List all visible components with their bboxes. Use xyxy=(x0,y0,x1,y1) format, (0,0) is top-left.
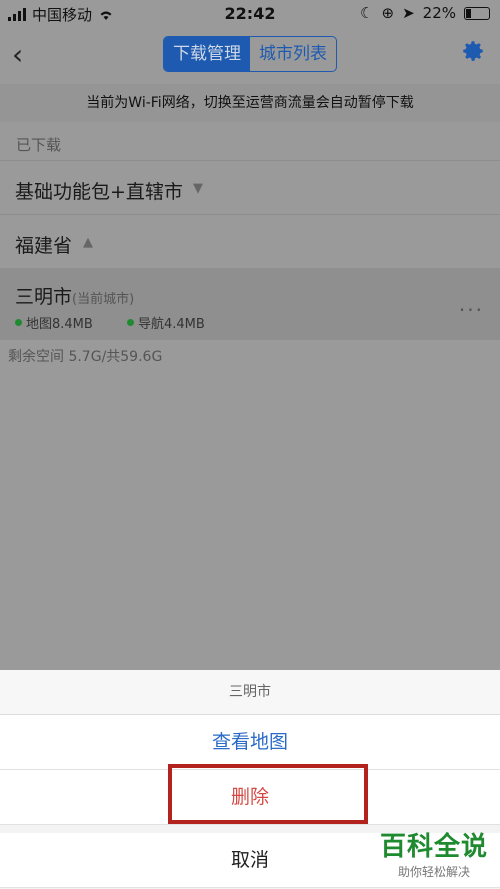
action-sheet-title: 三明市 xyxy=(0,670,500,715)
nav-bar: ‹ 下载管理 城市列表 xyxy=(0,28,500,80)
location-icon: ➤ xyxy=(402,4,415,22)
map-size-text: 地图8.4MB xyxy=(26,317,93,332)
group-title: 福建省 xyxy=(15,235,73,257)
city-name: 三明市(当前城市) xyxy=(15,282,134,309)
watermark-title: 百科全说 xyxy=(379,832,488,862)
lock-rotation-icon: ⊕ xyxy=(381,4,395,22)
watermark-logo: 百科全说 助你轻松解决 xyxy=(380,826,488,880)
group-fujian[interactable]: 福建省 ▲ xyxy=(0,214,500,268)
city-row-sanming[interactable]: 三明市(当前城市) 地图8.4MB 导航4.4MB ··· xyxy=(0,268,500,340)
city-name-text: 三明市 xyxy=(15,286,73,308)
group-basic-package[interactable]: 基础功能包+直辖市 ▼ xyxy=(0,160,500,214)
gear-icon[interactable] xyxy=(460,38,486,64)
highlight-box xyxy=(168,764,368,824)
navigation-size-text: 导航4.4MB xyxy=(138,317,205,332)
battery-icon xyxy=(464,6,490,20)
tab-city-list[interactable]: 城市列表 xyxy=(250,37,336,71)
caret-down-icon: ▼ xyxy=(193,181,203,196)
more-options-icon[interactable]: ··· xyxy=(459,298,484,322)
storage-info: 剩余空间 5.7G/共59.6G xyxy=(8,349,163,365)
network-notice: 当前为Wi-Fi网络，切换至运营商流量会自动暂停下载 xyxy=(0,84,500,122)
group-title: 基础功能包+直辖市 xyxy=(15,181,183,203)
current-city-tag: (当前城市) xyxy=(72,292,135,307)
view-map-button[interactable]: 查看地图 xyxy=(0,715,500,770)
watermark-subtitle: 助你轻松解决 xyxy=(397,865,470,879)
segmented-control: 下载管理 城市列表 xyxy=(163,36,337,72)
map-size: 地图8.4MB xyxy=(15,313,93,332)
battery-percent: 22% xyxy=(422,4,456,22)
back-chevron-icon[interactable]: ‹ xyxy=(12,38,23,71)
status-dot-icon xyxy=(127,319,134,326)
status-right: ☾ ⊕ ➤ 22% xyxy=(360,4,490,22)
tab-download-manager[interactable]: 下载管理 xyxy=(164,37,250,71)
status-bar: 中国移动 22:42 ☾ ⊕ ➤ 22% xyxy=(0,0,500,28)
status-dot-icon xyxy=(15,319,22,326)
moon-icon: ☾ xyxy=(360,4,374,22)
section-downloaded-label: 已下载 xyxy=(16,136,62,154)
navigation-size: 导航4.4MB xyxy=(127,313,205,332)
caret-up-icon: ▲ xyxy=(83,235,93,250)
